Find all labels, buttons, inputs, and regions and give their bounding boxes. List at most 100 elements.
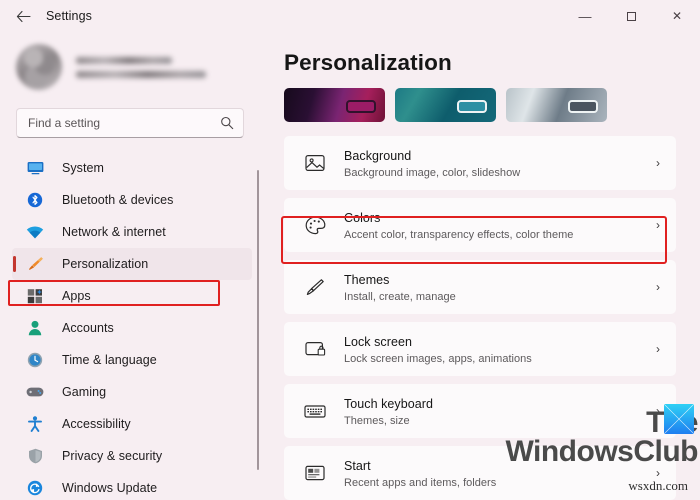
sidebar-item-windows-update[interactable]: Windows Update	[12, 472, 252, 500]
close-button[interactable]: ✕	[654, 0, 700, 32]
sidebar-nav: System Bluetooth & devices Network & int…	[0, 152, 262, 500]
settings-row-background[interactable]: Background Background image, color, slid…	[284, 136, 676, 190]
settings-row-text: Start Recent apps and items, folders	[344, 457, 656, 489]
sidebar-item-label: Gaming	[62, 385, 107, 399]
settings-row-colors[interactable]: Colors Accent color, transparency effect…	[284, 198, 676, 252]
source-site-label: wsxdn.com	[628, 478, 688, 493]
settings-row-text: Lock screen Lock screen images, apps, an…	[344, 333, 656, 365]
shield-icon	[22, 447, 48, 465]
settings-row-title: Lock screen	[344, 335, 412, 349]
search-box[interactable]	[16, 108, 244, 138]
chevron-right-icon: ›	[656, 218, 660, 232]
person-icon	[22, 319, 48, 337]
sidebar-item-label: Personalization	[62, 257, 149, 271]
sidebar-item-label: Time & language	[62, 353, 157, 367]
sidebar-item-personalization[interactable]: Personalization	[12, 248, 252, 280]
sidebar-item-system[interactable]: System	[12, 152, 252, 184]
window-controls: — ✕	[562, 0, 700, 32]
settings-row-text: Background Background image, color, slid…	[344, 147, 656, 179]
back-arrow-icon	[16, 10, 31, 22]
palette-icon	[298, 216, 332, 235]
sidebar-item-apps[interactable]: Apps	[12, 280, 252, 312]
settings-row-touch-keyboard[interactable]: Touch keyboard Themes, size ›	[284, 384, 676, 438]
main-content: Personalization Background Background im…	[262, 32, 700, 500]
keyboard-icon	[298, 404, 332, 419]
settings-row-text: Colors Accent color, transparency effect…	[344, 209, 656, 241]
update-icon	[22, 479, 48, 497]
sidebar-item-bluetooth-devices[interactable]: Bluetooth & devices	[12, 184, 252, 216]
settings-row-title: Themes	[344, 273, 390, 287]
avatar	[16, 44, 62, 90]
sidebar-item-network-internet[interactable]: Network & internet	[12, 216, 252, 248]
settings-row-subtitle: Recent apps and items, folders	[344, 477, 497, 489]
watermark-logo-wrap	[658, 404, 694, 434]
search-input[interactable]	[28, 116, 208, 130]
sidebar: System Bluetooth & devices	[0, 32, 262, 500]
chevron-right-icon: ›	[656, 156, 660, 170]
back-button[interactable]	[6, 1, 40, 31]
sidebar-item-accessibility[interactable]: Accessibility	[12, 408, 252, 440]
maximize-icon	[626, 11, 636, 21]
settings-row-title: Background	[344, 149, 412, 163]
account-name-redacted	[76, 56, 172, 64]
monitor-icon	[22, 159, 48, 177]
settings-row-subtitle: Background image, color, slideshow	[344, 167, 521, 179]
title-bar: Settings — ✕	[0, 0, 700, 32]
theme-preview-grey[interactable]	[506, 88, 607, 122]
settings-list: Background Background image, color, slid…	[284, 136, 676, 500]
apps-icon	[22, 287, 48, 305]
sidebar-item-label: Windows Update	[62, 481, 158, 495]
settings-row-subtitle: Install, create, manage	[344, 291, 456, 303]
sidebar-item-privacy-security[interactable]: Privacy & security	[12, 440, 252, 472]
sidebar-item-label: Accessibility	[62, 417, 131, 431]
content-scrollbar[interactable]	[257, 170, 259, 470]
search-icon	[220, 116, 234, 130]
page-title: Personalization	[284, 50, 452, 75]
account-text	[76, 56, 206, 78]
sidebar-item-label: Network & internet	[62, 225, 166, 239]
window-title: Settings	[46, 9, 92, 23]
sidebar-item-time-language[interactable]: Time & language	[12, 344, 252, 376]
sidebar-item-accounts[interactable]: Accounts	[12, 312, 252, 344]
wifi-icon	[22, 223, 48, 241]
settings-row-text: Touch keyboard Themes, size	[344, 395, 656, 427]
minimize-button[interactable]: —	[562, 0, 608, 32]
sidebar-item-label: System	[62, 161, 104, 175]
settings-row-subtitle: Accent color, transparency effects, colo…	[344, 229, 574, 241]
settings-row-themes[interactable]: Themes Install, create, manage ›	[284, 260, 676, 314]
settings-window: Settings — ✕ Find a setting System Bluet…	[0, 0, 700, 500]
bluetooth-icon	[22, 191, 48, 209]
settings-row-title: Touch keyboard	[344, 397, 433, 411]
settings-row-title: Colors	[344, 211, 381, 225]
theme-taskbar-preview	[568, 100, 598, 113]
sidebar-item-label: Privacy & security	[62, 449, 163, 463]
settings-row-title: Start	[344, 459, 371, 473]
start-icon	[298, 465, 332, 481]
settings-row-start[interactable]: Start Recent apps and items, folders ›	[284, 446, 676, 500]
windowsclub-logo-icon	[664, 404, 694, 434]
lockscreen-icon	[298, 341, 332, 357]
clock-globe-icon	[22, 351, 48, 369]
settings-row-subtitle: Themes, size	[344, 415, 410, 427]
paintbrush-icon	[298, 278, 332, 297]
chevron-right-icon: ›	[656, 280, 660, 294]
theme-taskbar-preview	[457, 100, 487, 113]
theme-preview-purple[interactable]	[284, 88, 385, 122]
settings-row-subtitle: Lock screen images, apps, animations	[344, 353, 532, 365]
theme-preview-strip	[284, 88, 700, 122]
sidebar-item-label: Accounts	[62, 321, 114, 335]
picture-icon	[298, 154, 332, 172]
paintbrush-icon	[22, 255, 48, 273]
theme-taskbar-preview	[346, 100, 376, 113]
settings-row-lock-screen[interactable]: Lock screen Lock screen images, apps, an…	[284, 322, 676, 376]
accessibility-icon	[22, 415, 48, 433]
gamepad-icon	[22, 383, 48, 401]
sidebar-item-label: Bluetooth & devices	[62, 193, 174, 207]
maximize-button[interactable]	[608, 0, 654, 32]
sidebar-item-gaming[interactable]: Gaming	[12, 376, 252, 408]
sidebar-item-label: Apps	[62, 289, 91, 303]
theme-preview-teal[interactable]	[395, 88, 496, 122]
account-summary[interactable]	[16, 44, 262, 90]
settings-row-text: Themes Install, create, manage	[344, 271, 656, 303]
chevron-right-icon: ›	[656, 342, 660, 356]
